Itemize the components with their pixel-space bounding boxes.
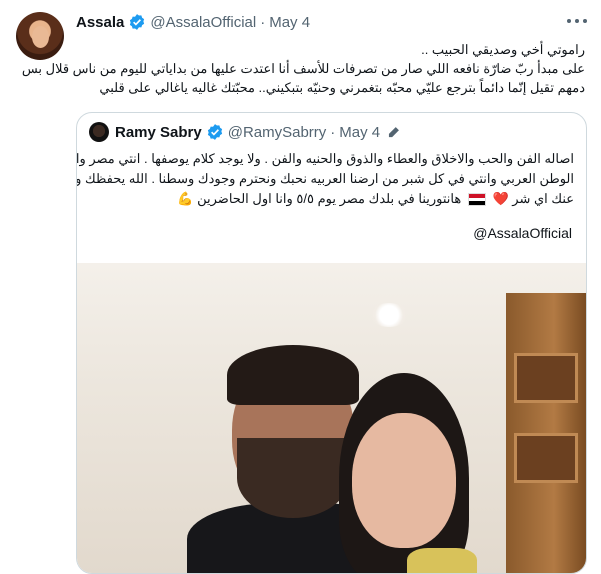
tweet-header: Assala @AssalaOfficial · May 4: [76, 12, 310, 32]
tweet-date[interactable]: May 4: [269, 14, 310, 31]
author-name[interactable]: Assala: [76, 14, 124, 31]
quoted-text-segment: هانتورينا في بلدك مصر يوم ٥/٥ وانا اول ا…: [197, 191, 462, 206]
quoted-text-line: عنك اي شر ❤️ هانتورينا في بلدك مصر يوم ٥…: [89, 189, 574, 209]
author-handle[interactable]: @AssalaOfficial: [150, 14, 256, 31]
man-beard: [237, 438, 349, 518]
quoted-text-line: الوطن العربي وانتي في كل شبر من ارضنا ال…: [76, 171, 574, 186]
more-options-icon[interactable]: [567, 14, 587, 28]
verified-badge-icon: [130, 14, 145, 30]
mention-link[interactable]: @AssalaOfficial: [473, 225, 572, 241]
heart-emoji: ❤️: [492, 191, 509, 206]
quoted-text-segment: عنك اي شر: [512, 191, 574, 206]
quoted-author-handle: @RamySabrry: [227, 123, 327, 141]
tweet-text: راموتي أخي وصديقي الحبيب .. على مبدأ ربّ…: [21, 40, 585, 97]
tweet-text-line: على مبدأ ربّ ضارّة نافعه اللي صار من تصر…: [21, 61, 585, 76]
man-hair: [227, 345, 359, 405]
tweet-text-line: دمهم تقيل إنّما دائماً بترجع عليّي محبّه…: [99, 80, 585, 95]
muscle-emoji: 💪: [177, 191, 194, 206]
verified-badge-icon: [207, 124, 222, 140]
edited-pencil-icon[interactable]: [386, 124, 402, 140]
woman-dress: [407, 548, 477, 573]
wooden-cabinet: [506, 293, 586, 573]
cabinet-shelf: [514, 353, 578, 403]
ceiling-light: [369, 303, 409, 327]
tweet-text-line: راموتي أخي وصديقي الحبيب ..: [421, 42, 585, 57]
cabinet-shelf: [514, 433, 578, 483]
quoted-tweet-header: Ramy Sabry @RamySabrry · May 4: [89, 122, 402, 142]
quoted-tweet[interactable]: Ramy Sabry @RamySabrry · May 4 اصاله الف…: [76, 112, 587, 574]
quoted-author-avatar: [89, 122, 109, 142]
quoted-text-line: اصاله الفن والحب والاخلاق والعطاء والذوق…: [76, 151, 574, 166]
quoted-author-name: Ramy Sabry: [115, 123, 202, 141]
quoted-tweet-text: اصاله الفن والحب والاخلاق والعطاء والذوق…: [76, 149, 574, 209]
separator-dot: ·: [330, 123, 336, 141]
quoted-tweet-photo[interactable]: [77, 263, 586, 573]
tweet-card[interactable]: Assala @AssalaOfficial · May 4 راموتي أخ…: [0, 0, 601, 574]
author-avatar[interactable]: [16, 12, 64, 60]
egypt-flag-icon: [467, 193, 486, 207]
woman-face: [352, 413, 456, 548]
quoted-tweet-date: May 4: [339, 123, 381, 141]
separator-dot: ·: [260, 13, 266, 31]
